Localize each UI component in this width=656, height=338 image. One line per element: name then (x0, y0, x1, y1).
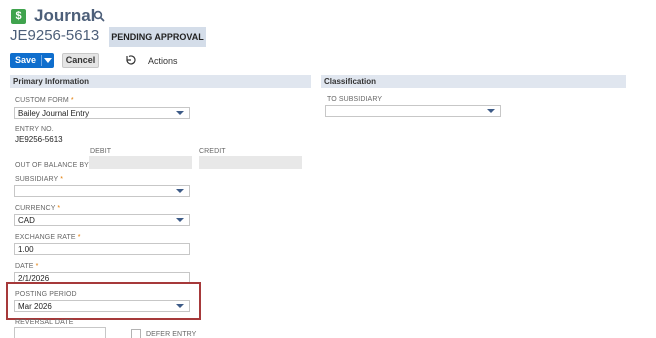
currency-select[interactable]: CAD (14, 214, 190, 226)
debit-total-field (89, 156, 192, 169)
chevron-down-icon (176, 111, 184, 115)
currency-label: CURRENCY * (15, 205, 61, 212)
exchange-rate-value: 1.00 (18, 245, 34, 254)
date-label: DATE * (15, 263, 39, 270)
required-marker: * (60, 176, 64, 183)
to-subsidiary-label: TO SUBSIDIARY (327, 96, 383, 103)
search-icon[interactable] (93, 10, 105, 22)
chevron-down-icon[interactable] (44, 58, 52, 63)
exchange-rate-label: EXCHANGE RATE * (15, 234, 81, 241)
actions-refresh-icon[interactable] (124, 54, 136, 66)
entry-no-label: ENTRY NO. (15, 126, 54, 133)
subsidiary-label: SUBSIDIARY * (15, 176, 64, 183)
chevron-down-icon (176, 304, 184, 308)
posting-period-select[interactable]: Mar 2026 (14, 300, 190, 312)
status-badge: PENDING APPROVAL (109, 27, 206, 47)
exchange-rate-input[interactable]: 1.00 (14, 243, 190, 255)
page-title: Journal (34, 6, 96, 25)
classification-header: Classification (321, 75, 626, 88)
subsidiary-select[interactable] (14, 185, 190, 197)
record-id: JE9256-5613 (10, 27, 100, 44)
cancel-button[interactable]: Cancel (62, 53, 99, 68)
defer-entry-label: DEFER ENTRY (146, 331, 197, 338)
primary-information-header: Primary Information (10, 75, 311, 88)
required-marker: * (70, 97, 74, 104)
actions-menu[interactable]: Actions (148, 56, 178, 66)
reversal-date-input[interactable] (14, 327, 106, 338)
custom-form-select[interactable]: Bailey Journal Entry (14, 107, 190, 119)
defer-entry-checkbox[interactable] (131, 329, 141, 338)
save-button-group[interactable]: Save (10, 53, 54, 68)
out-of-balance-label: OUT OF BALANCE BY (15, 162, 89, 169)
required-marker: * (35, 263, 39, 270)
custom-form-label: CUSTOM FORM * (15, 97, 74, 104)
chevron-down-icon (176, 218, 184, 222)
chevron-down-icon (176, 189, 184, 193)
debit-label: DEBIT (90, 148, 112, 155)
posting-period-label: POSTING PERIOD (15, 291, 77, 298)
chevron-down-icon (487, 109, 495, 113)
currency-value: CAD (18, 216, 35, 225)
custom-form-value: Bailey Journal Entry (18, 109, 90, 118)
posting-period-value: Mar 2026 (18, 302, 52, 311)
credit-label: CREDIT (199, 148, 226, 155)
credit-total-field (199, 156, 302, 169)
required-marker: * (77, 234, 81, 241)
reversal-date-label: REVERSAL DATE (15, 319, 74, 326)
save-button[interactable]: Save (10, 53, 41, 68)
to-subsidiary-select[interactable] (325, 105, 501, 117)
required-marker: * (57, 205, 61, 212)
journal-record-icon: $ (11, 9, 26, 24)
button-divider (41, 55, 42, 66)
entry-no-value: JE9256-5613 (15, 135, 63, 144)
